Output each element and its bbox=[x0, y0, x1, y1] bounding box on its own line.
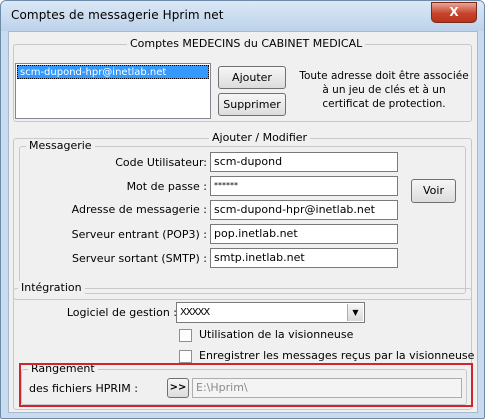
email-label: Adresse de messagerie : bbox=[71, 203, 207, 216]
user-code-label: Code Utilisateur: bbox=[115, 156, 207, 169]
user-code-field[interactable]: scm-dupond bbox=[210, 152, 398, 172]
messaging-legend: Messagerie bbox=[26, 139, 95, 152]
accounts-legend: Comptes MEDECINS du CABINET MEDICAL bbox=[127, 37, 366, 50]
dialog-window: Comptes de messagerie Hprim net X Compte… bbox=[0, 0, 485, 419]
remove-button[interactable]: Supprimer bbox=[218, 93, 286, 116]
list-item[interactable]: scm-dupond-hpr@inetlab.net bbox=[17, 65, 209, 79]
accounts-listbox[interactable]: scm-dupond-hpr@inetlab.net bbox=[15, 63, 211, 119]
integration-legend: Intégration bbox=[18, 281, 85, 294]
save-messages-checkbox[interactable] bbox=[179, 350, 192, 363]
dialog-body: Comptes MEDECINS du CABINET MEDICAL scm-… bbox=[8, 31, 478, 413]
pop3-field[interactable]: pop.inetlab.net bbox=[210, 224, 398, 244]
window-title: Comptes de messagerie Hprim net bbox=[11, 8, 224, 22]
smtp-label: Serveur sortant (SMTP) : bbox=[72, 252, 207, 265]
password-field[interactable]: ****** bbox=[210, 176, 398, 196]
highlight-box bbox=[19, 363, 473, 407]
viewer-label[interactable]: Utilisation de la visionneuse bbox=[199, 328, 353, 341]
save-messages-label[interactable]: Enregistrer les messages reçus par la vi… bbox=[199, 349, 474, 362]
pop3-label: Serveur entrant (POP3) : bbox=[71, 228, 207, 241]
viewer-checkbox[interactable] bbox=[179, 329, 192, 342]
smtp-field[interactable]: smtp.inetlab.net bbox=[210, 248, 398, 268]
software-select[interactable]: XXXXX ▼ bbox=[176, 302, 365, 323]
title-bar[interactable]: Comptes de messagerie Hprim net X bbox=[1, 1, 484, 31]
add-button[interactable]: Ajouter bbox=[218, 66, 286, 89]
email-field[interactable]: scm-dupond-hpr@inetlab.net bbox=[210, 200, 398, 220]
edit-legend: Ajouter / Modifier bbox=[209, 131, 311, 144]
software-select-value: XXXXX bbox=[180, 307, 210, 318]
password-label: Mot de passe : bbox=[126, 180, 207, 193]
accounts-note: Toute adresse doit être associée à un je… bbox=[299, 70, 469, 110]
show-password-button[interactable]: Voir bbox=[411, 179, 456, 203]
close-button[interactable]: X bbox=[431, 2, 477, 23]
software-label: Logiciel de gestion : bbox=[66, 306, 177, 319]
chevron-down-icon[interactable]: ▼ bbox=[347, 304, 363, 321]
